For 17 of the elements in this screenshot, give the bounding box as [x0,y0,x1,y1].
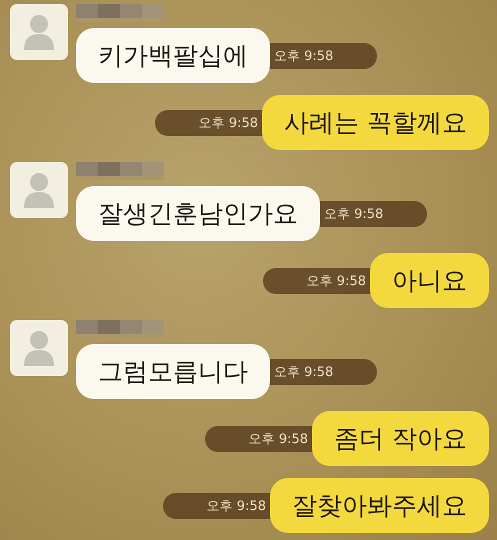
avatar-icon [10,162,68,218]
timestamp: 오후 9:58 [204,426,314,452]
timestamp: 오후 9:58 [268,358,378,384]
timestamp: 오후 9:58 [154,110,264,136]
avatar-icon [10,320,68,376]
timestamp: 오후 9:58 [262,268,372,294]
timestamp: 오후 9:58 [162,492,272,518]
message-bubble: 좀더 작아요 [312,411,489,466]
message-bubble: 아니요 [370,253,489,308]
message-bubble: 잘생긴훈남인가요 [76,186,320,241]
message-bubble: 잘찾아봐주세요 [270,478,489,533]
message-bubble: 사례는 꼭할께요 [262,95,489,150]
timestamp: 오후 9:58 [318,200,428,226]
message-bubble: 키가백팔십에 [76,28,270,83]
message-bubble: 그럼모릅니다 [76,344,270,399]
timestamp: 오후 9:58 [268,42,378,68]
avatar-icon [10,4,68,60]
